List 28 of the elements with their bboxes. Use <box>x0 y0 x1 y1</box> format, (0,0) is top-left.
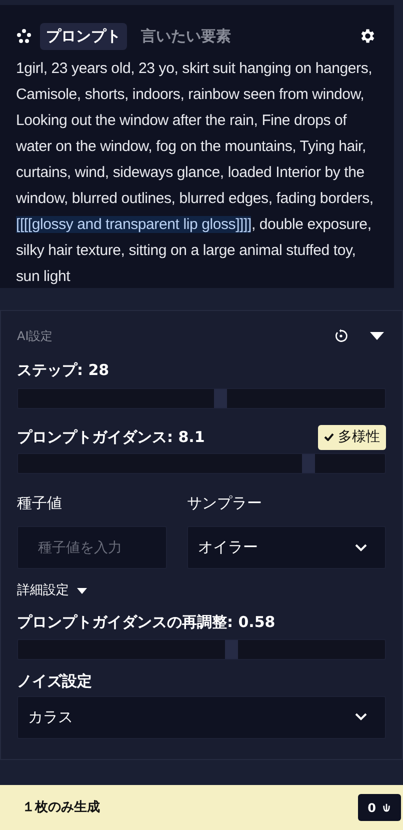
reset-icon[interactable] <box>334 329 348 343</box>
slider-thumb[interactable] <box>302 454 315 472</box>
collapse-icon[interactable] <box>370 331 384 341</box>
check-icon <box>324 433 334 441</box>
seed-input[interactable]: 種子値を入力 <box>17 526 167 569</box>
slider-track[interactable] <box>17 388 386 408</box>
field-label: 種子値 <box>17 492 63 514</box>
slider-thumb[interactable] <box>214 388 227 408</box>
cost-badge: 0 <box>358 794 401 821</box>
advanced-toggle[interactable]: 詳細設定 <box>17 581 87 600</box>
prompt-text[interactable]: 1girl, 23 years old, 23 yo, skirt suit hanging on hangers, Camisole, shorts, indoors, rainbow seen from window, Looking out the window after the rain, Fine drops of water on the window, fog on the mountains, Tying hair, curtains, wind, sideways glance, loaded Interior by the window, blurred outlines, blurred edges, fading borders, [[[[glossy and transparent lip gloss]]]], double exposure, silky hair texture, sitting on a large animal stuffed toy, sun light <box>16 56 378 288</box>
prompt-tab[interactable]: 言いたい要素 <box>135 23 237 50</box>
slider-track[interactable] <box>17 639 386 660</box>
generate-button[interactable]: １枚のみ生成 0 <box>0 785 403 830</box>
variety-toggle[interactable]: 多様性 <box>318 424 386 450</box>
slider-label: プロンプトガイダンスの再調整: 0.58 <box>17 612 276 632</box>
sampler-select[interactable]: オイラー <box>187 526 386 569</box>
prompt-tab[interactable]: プロンプト <box>40 23 127 50</box>
noise-select[interactable]: カラス <box>17 696 386 738</box>
chevron-icon <box>355 713 367 721</box>
slider-label: プロンプトガイダンス: 8.1 <box>17 426 205 448</box>
chevron-icon <box>355 544 367 552</box>
field-label: サンプラー <box>187 492 263 514</box>
field-label: ノイズ設定 <box>17 671 93 692</box>
slider-track[interactable] <box>17 452 386 474</box>
slider-label: ステップ: 28 <box>17 360 110 381</box>
slider-thumb[interactable] <box>224 640 238 659</box>
section-title: AI設定 <box>17 328 53 345</box>
